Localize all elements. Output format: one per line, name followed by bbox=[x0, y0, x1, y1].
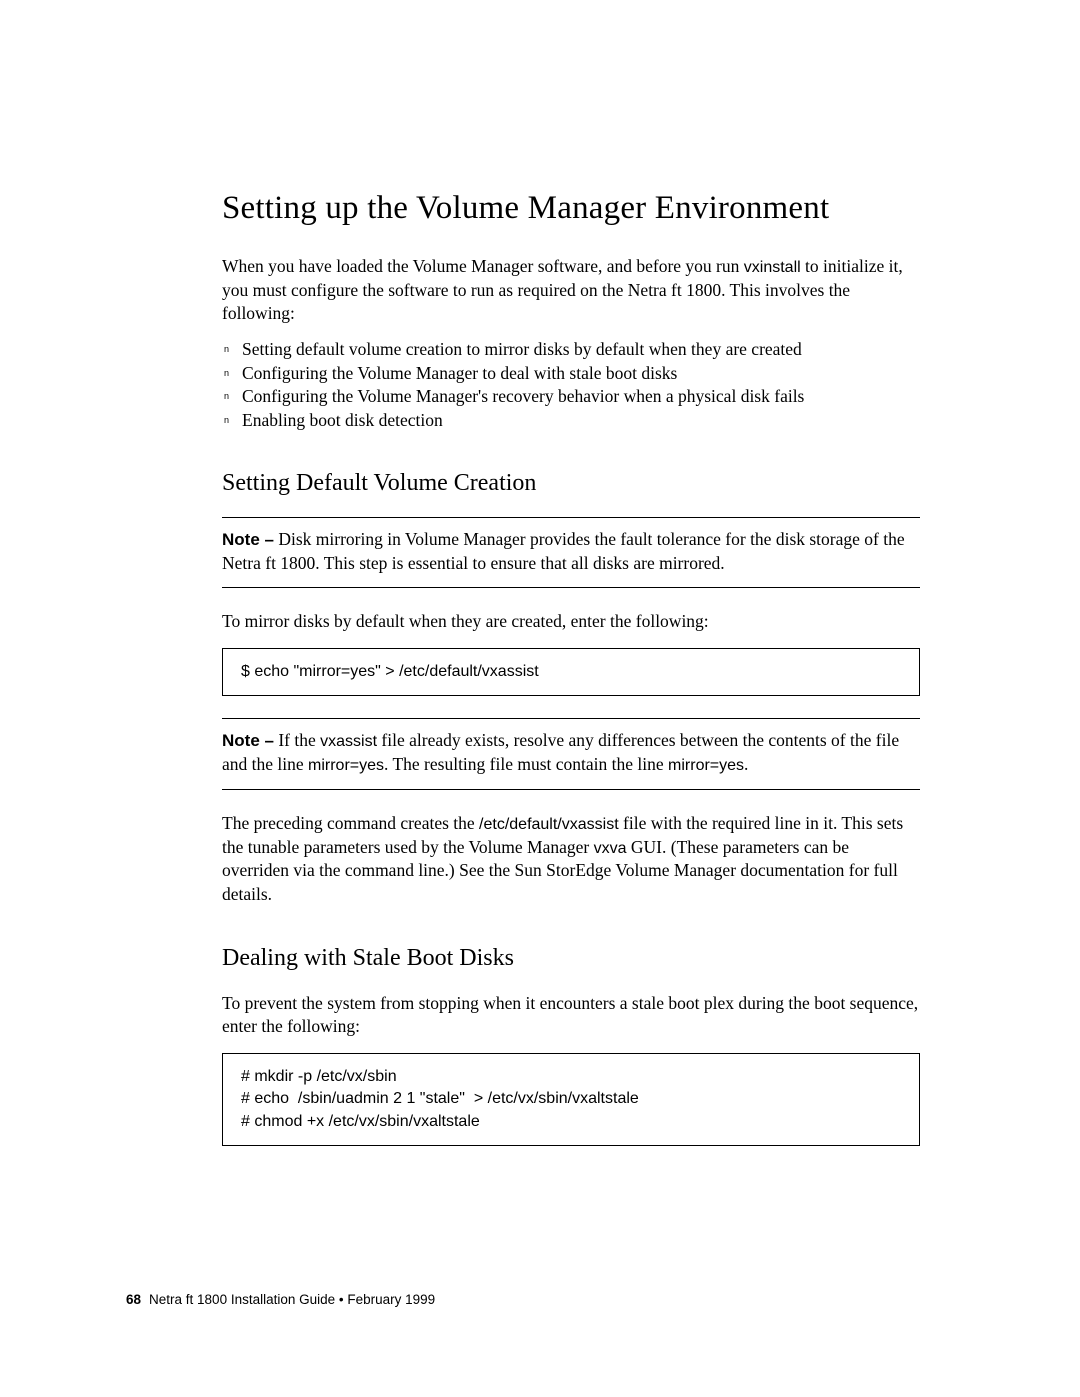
page-number: 68 bbox=[126, 1292, 141, 1307]
footer-text: Netra ft 1800 Installation Guide • Febru… bbox=[149, 1292, 435, 1307]
code-box-1: $ echo "mirror=yes" > /etc/default/vxass… bbox=[222, 648, 920, 696]
code-box-2: # mkdir -p /etc/vx/sbin # echo /sbin/uad… bbox=[222, 1053, 920, 1146]
section1-para1: To mirror disks by default when they are… bbox=[222, 610, 920, 634]
page-footer: 68 Netra ft 1800 Installation Guide • Feb… bbox=[126, 1292, 435, 1307]
mirror-yes-1: mirror=yes bbox=[308, 757, 384, 774]
page-title: Setting up the Volume Manager Environmen… bbox=[222, 190, 920, 227]
para2-pre: The preceding command creates the bbox=[222, 813, 479, 833]
section2-para1: To prevent the system from stopping when… bbox=[222, 992, 920, 1039]
intro-bullets: Setting default volume creation to mirro… bbox=[222, 338, 920, 432]
mirror-yes-2: mirror=yes bbox=[668, 757, 744, 774]
intro-paragraph: When you have loaded the Volume Manager … bbox=[222, 255, 920, 326]
note2-mid2: . The resulting file must contain the li… bbox=[384, 754, 668, 774]
bullet-item: Enabling boot disk detection bbox=[222, 409, 920, 432]
note2-text: Note – If the vxassist file already exis… bbox=[222, 729, 920, 777]
section2-heading: Dealing with Stale Boot Disks bbox=[222, 945, 920, 972]
note-block-2: Note – If the vxassist file already exis… bbox=[222, 718, 920, 790]
note-label: Note – bbox=[222, 731, 274, 750]
section1-para2: The preceding command creates the /etc/d… bbox=[222, 812, 920, 907]
note2-pre: If the bbox=[274, 730, 320, 750]
note1-body: Disk mirroring in Volume Manager provide… bbox=[222, 529, 905, 573]
note-label: Note – bbox=[222, 530, 274, 549]
page-content: Setting up the Volume Manager Environmen… bbox=[0, 0, 1080, 1146]
note-block-1: Note – Disk mirroring in Volume Manager … bbox=[222, 517, 920, 589]
bullet-item: Configuring the Volume Manager to deal w… bbox=[222, 362, 920, 385]
intro-line1: When you have loaded the Volume Manager … bbox=[222, 256, 739, 276]
bullet-item: Configuring the Volume Manager's recover… bbox=[222, 385, 920, 408]
bullet-item: Setting default volume creation to mirro… bbox=[222, 338, 920, 361]
vxva-cmd: vxva bbox=[594, 840, 627, 857]
section1-heading: Setting Default Volume Creation bbox=[222, 470, 920, 497]
note2-end: . bbox=[744, 754, 748, 774]
vxinstall-cmd: vxinstall bbox=[744, 259, 801, 276]
vxassist-path: /etc/default/vxassist bbox=[479, 816, 619, 833]
note1-text: Note – Disk mirroring in Volume Manager … bbox=[222, 528, 920, 576]
vxassist-file: vxassist bbox=[320, 733, 377, 750]
